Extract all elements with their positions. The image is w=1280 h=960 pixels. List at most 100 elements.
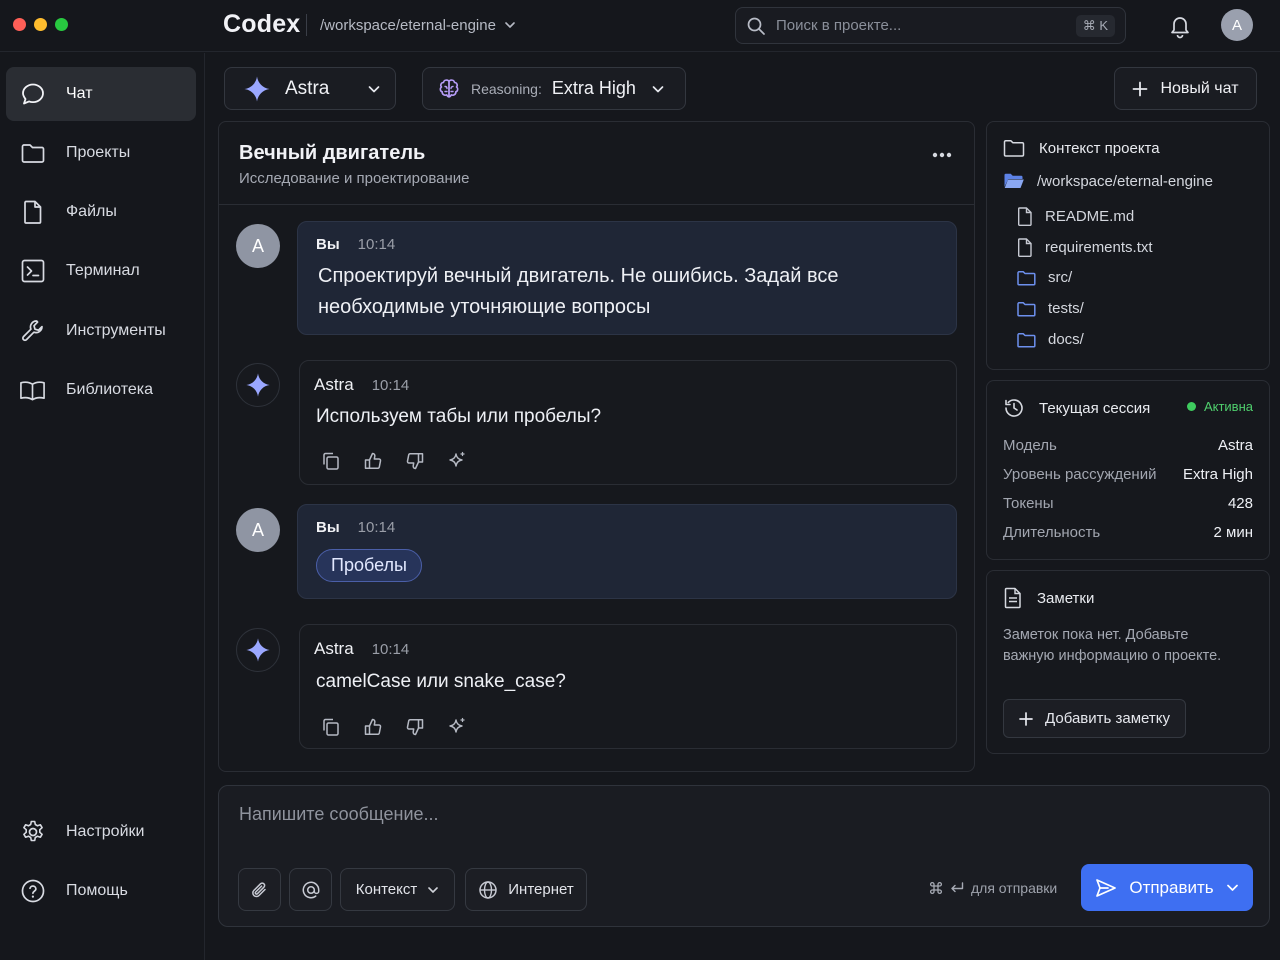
message-time: 10:14 [371, 377, 410, 394]
open-folder-icon [1003, 172, 1025, 190]
regenerate-sparkle-icon[interactable] [447, 717, 467, 737]
thumbs-down-icon[interactable] [405, 451, 425, 471]
clock-icon [1003, 397, 1025, 419]
project-context-panel: Контекст проекта /workspace/eternal-engi… [986, 121, 1270, 370]
wrench-icon [19, 318, 46, 345]
sparkle-icon [246, 638, 270, 662]
context-file-row[interactable]: README.md [1017, 207, 1134, 226]
project-search[interactable]: Поиск в проекте... ⌘ K [735, 7, 1126, 44]
sidebar-item-settings[interactable]: Настройки [6, 805, 196, 859]
context-folder-name: docs/ [1048, 331, 1084, 348]
window-close-button[interactable] [13, 18, 26, 31]
help-icon [19, 878, 46, 905]
sidebar-item-label: Библиотека [66, 381, 153, 398]
thumbs-down-icon[interactable] [405, 717, 425, 737]
context-root-folder[interactable]: /workspace/eternal-engine [1003, 172, 1213, 190]
model-selector[interactable]: Astra [224, 67, 396, 110]
sidebar-item-help[interactable]: Помощь [6, 864, 196, 918]
terminal-icon [19, 258, 46, 285]
message-time: 10:14 [371, 641, 410, 658]
chat-title: Вечный двигатель [239, 142, 426, 164]
context-title: Контекст проекта [1039, 139, 1160, 157]
reasoning-selector[interactable]: Reasoning: Extra High [422, 67, 686, 110]
chevron-down-icon[interactable] [1226, 881, 1239, 894]
context-dropdown[interactable]: Контекст [340, 868, 455, 911]
chevron-down-icon [367, 82, 381, 96]
paperclip-icon [250, 880, 270, 900]
window-maximize-button[interactable] [55, 18, 68, 31]
context-header: Контекст проекта [1003, 138, 1160, 158]
session-value: 428 [1227, 495, 1253, 512]
sidebar-item-library[interactable]: Библиотека [6, 363, 196, 417]
book-icon [19, 377, 46, 404]
session-value: Astra [1217, 437, 1253, 454]
folder-icon [1003, 138, 1025, 158]
session-key: Модель [1003, 437, 1057, 454]
message-meta: Вы 10:14 [316, 236, 395, 253]
mention-button[interactable] [289, 868, 332, 911]
gear-icon [19, 819, 46, 846]
message-author: Вы [316, 519, 340, 536]
session-key: Уровень рассуждений [1003, 466, 1157, 483]
send-button[interactable]: Отправить [1081, 864, 1253, 911]
message-text: Спроектируй вечный двигатель. Не ошибись… [318, 265, 839, 318]
send-hint-text: для отправки [971, 880, 1058, 896]
add-note-label: Добавить заметку [1045, 710, 1170, 727]
thumbs-up-icon[interactable] [363, 717, 383, 737]
status-dot [1186, 402, 1196, 411]
message-actions [321, 451, 467, 471]
folder-icon [19, 140, 46, 167]
message-composer: Контекст Интернет для отправки Отправить [218, 785, 1270, 927]
assistant-avatar [236, 363, 280, 407]
folder-icon [1017, 270, 1036, 286]
attach-button[interactable] [238, 868, 281, 911]
sidebar-item-files[interactable]: Файлы [6, 185, 196, 239]
add-note-button[interactable]: Добавить заметку [1003, 699, 1186, 738]
sidebar-item-label: Файлы [66, 203, 117, 220]
bell-icon[interactable] [1168, 13, 1192, 39]
copy-icon[interactable] [321, 717, 341, 737]
message-text: camelCase или snake_case? [316, 671, 566, 692]
thumbs-up-icon[interactable] [363, 451, 383, 471]
message-meta: Вы 10:14 [316, 519, 395, 536]
folder-icon [1017, 332, 1036, 348]
new-chat-label: Новый чат [1160, 79, 1239, 97]
context-folder-row[interactable]: docs/ [1017, 331, 1084, 348]
message-time: 10:14 [357, 236, 396, 253]
internet-toggle[interactable]: Интернет [465, 868, 587, 911]
new-chat-button[interactable]: Новый чат [1114, 67, 1257, 110]
send-shortcut-hint: для отправки [929, 880, 1057, 896]
context-folder-row[interactable]: src/ [1017, 269, 1072, 286]
sidebar-item-label: Помощь [66, 882, 128, 899]
sidebar-item-chat[interactable]: Чат [6, 67, 196, 121]
title-bar: Codex /workspace/eternal-engine Поиск в … [0, 0, 1280, 52]
chat-icon [19, 81, 46, 108]
sidebar-item-terminal[interactable]: Терминал [6, 244, 196, 298]
user-message-bubble: Вы 10:14 Пробелы [297, 504, 957, 599]
note-icon [1003, 587, 1023, 609]
message-meta: Astra 10:14 [314, 639, 409, 659]
workspace-selector[interactable]: /workspace/eternal-engine [320, 14, 516, 36]
window-minimize-button[interactable] [34, 18, 47, 31]
sparkle-icon [243, 75, 271, 103]
sidebar-item-tools[interactable]: Инструменты [6, 304, 196, 358]
sidebar-item-label: Проекты [66, 144, 131, 161]
regenerate-sparkle-icon[interactable] [447, 451, 467, 471]
at-sign-icon [301, 880, 321, 900]
answer-chip[interactable]: Пробелы [316, 549, 422, 582]
sidebar-item-label: Настройки [66, 823, 145, 840]
chat-subtitle: Исследование и проектирование [239, 170, 470, 187]
message-meta: Astra 10:14 [314, 375, 409, 395]
session-panel: Текущая сессия Активна Модель Astra Уров… [986, 380, 1270, 560]
context-file-row[interactable]: requirements.txt [1017, 238, 1153, 257]
message-input[interactable] [239, 804, 1239, 825]
sidebar-item-projects[interactable]: Проекты [6, 126, 196, 180]
context-folder-row[interactable]: tests/ [1017, 300, 1084, 317]
command-key-icon [929, 881, 943, 895]
copy-icon[interactable] [321, 451, 341, 471]
send-icon [1095, 878, 1117, 898]
assistant-avatar [236, 628, 280, 672]
more-options-icon[interactable] [932, 152, 952, 158]
context-label: Контекст [355, 881, 418, 898]
user-avatar[interactable]: A [1221, 9, 1253, 41]
